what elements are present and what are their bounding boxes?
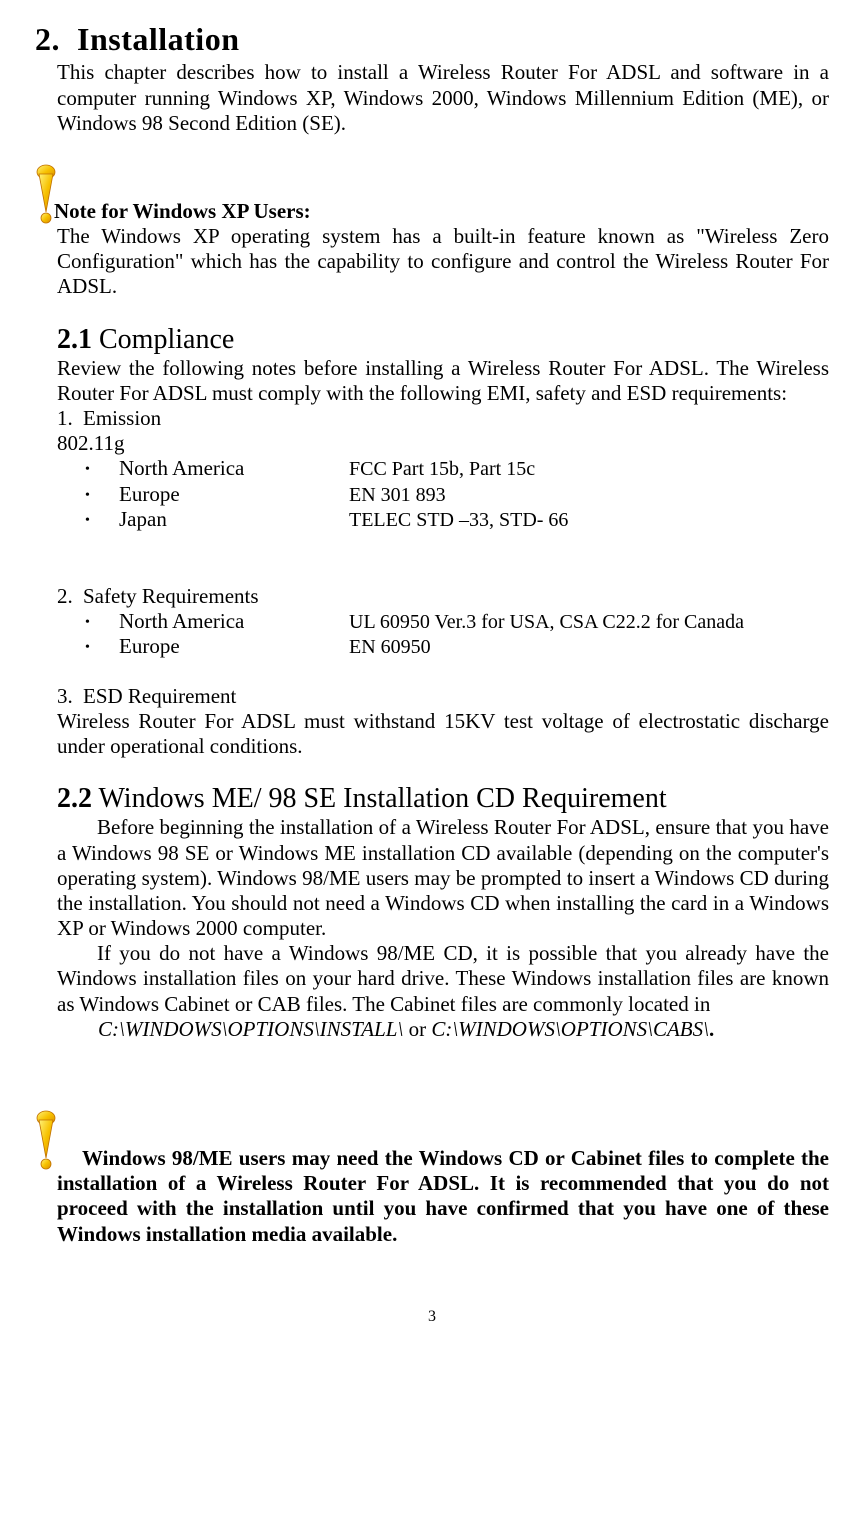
note-heading: Note for Windows XP Users: (54, 199, 311, 223)
bullet-icon: • (85, 488, 119, 505)
region-label: Europe (119, 634, 349, 659)
bullet-icon: • (85, 462, 119, 479)
table-row: • North America FCC Part 15b, Part 15c (85, 456, 829, 481)
list-label: Safety Requirements (83, 584, 259, 609)
list-label: Emission (83, 406, 161, 431)
list-label: ESD Requirement (83, 684, 236, 709)
chapter-intro: This chapter describes how to install a … (57, 60, 829, 136)
region-label: Japan (119, 507, 349, 532)
esd-text: Wireless Router For ADSL must withstand … (57, 709, 829, 759)
table-row: • Europe EN 301 893 (85, 482, 829, 507)
path-1: C:\WINDOWS\OPTIONS\INSTALL\ (98, 1017, 403, 1041)
table-row: • Japan TELEC STD –33, STD- 66 (85, 507, 829, 532)
chapter-number: 2. (35, 21, 60, 57)
list-num: 3. (57, 684, 83, 709)
section-22-number: 2.2 (57, 783, 92, 814)
region-label: North America (119, 456, 349, 481)
list-num: 2. (57, 584, 83, 609)
region-value: EN 60950 (349, 635, 431, 659)
section-22-para2: If you do not have a Windows 98/ME CD, i… (57, 941, 829, 1017)
section-21-intro: Review the following notes before instal… (57, 356, 829, 406)
section-21-heading: 2.1 Compliance (57, 324, 829, 356)
table-row: • Europe EN 60950 (85, 634, 829, 659)
path-2: C:\WINDOWS\OPTIONS\CABS\ (431, 1017, 709, 1041)
region-value: TELEC STD –33, STD- 66 (349, 508, 568, 532)
list-item-emission: 1. Emission (57, 406, 829, 431)
section-21-title: Compliance (92, 324, 234, 355)
list-item-esd: 3. ESD Requirement (57, 684, 829, 709)
table-row: • North America UL 60950 Ver.3 for USA, … (85, 609, 829, 634)
bullet-icon: • (85, 615, 119, 632)
region-label: North America (119, 609, 349, 634)
note-xp-users: Note for Windows XP Users: (35, 164, 829, 224)
standard-label: 802.11g (57, 431, 829, 456)
region-value: FCC Part 15b, Part 15c (349, 457, 535, 481)
region-value: EN 301 893 (349, 483, 446, 507)
list-item-safety: 2. Safety Requirements (57, 584, 829, 609)
region-value: UL 60950 Ver.3 for USA, CSA C22.2 for Ca… (349, 610, 744, 634)
note-xp-text: The Windows XP operating system has a bu… (57, 224, 829, 300)
note-cabinet-text: Windows 98/ME users may need the Windows… (57, 1146, 829, 1247)
exclamation-icon (35, 1110, 57, 1170)
list-num: 1. (57, 406, 83, 431)
section-22-para1: Before beginning the installation of a W… (57, 815, 829, 941)
chapter-title-text: Installation (77, 21, 239, 57)
chapter-heading: 2. Installation (35, 20, 829, 58)
cabinet-paths: C:\WINDOWS\OPTIONS\INSTALL\ or C:\WINDOW… (98, 1017, 829, 1042)
section-22-title: Windows ME/ 98 SE Installation CD Requir… (92, 783, 667, 814)
section-22-heading: 2.2 Windows ME/ 98 SE Installation CD Re… (57, 783, 829, 815)
path-dot: . (709, 1017, 714, 1041)
bullet-icon: • (85, 513, 119, 530)
page-number: 3 (35, 1307, 829, 1326)
region-label: Europe (119, 482, 349, 507)
or-text: or (403, 1017, 431, 1041)
section-21-number: 2.1 (57, 324, 92, 355)
bullet-icon: • (85, 640, 119, 657)
